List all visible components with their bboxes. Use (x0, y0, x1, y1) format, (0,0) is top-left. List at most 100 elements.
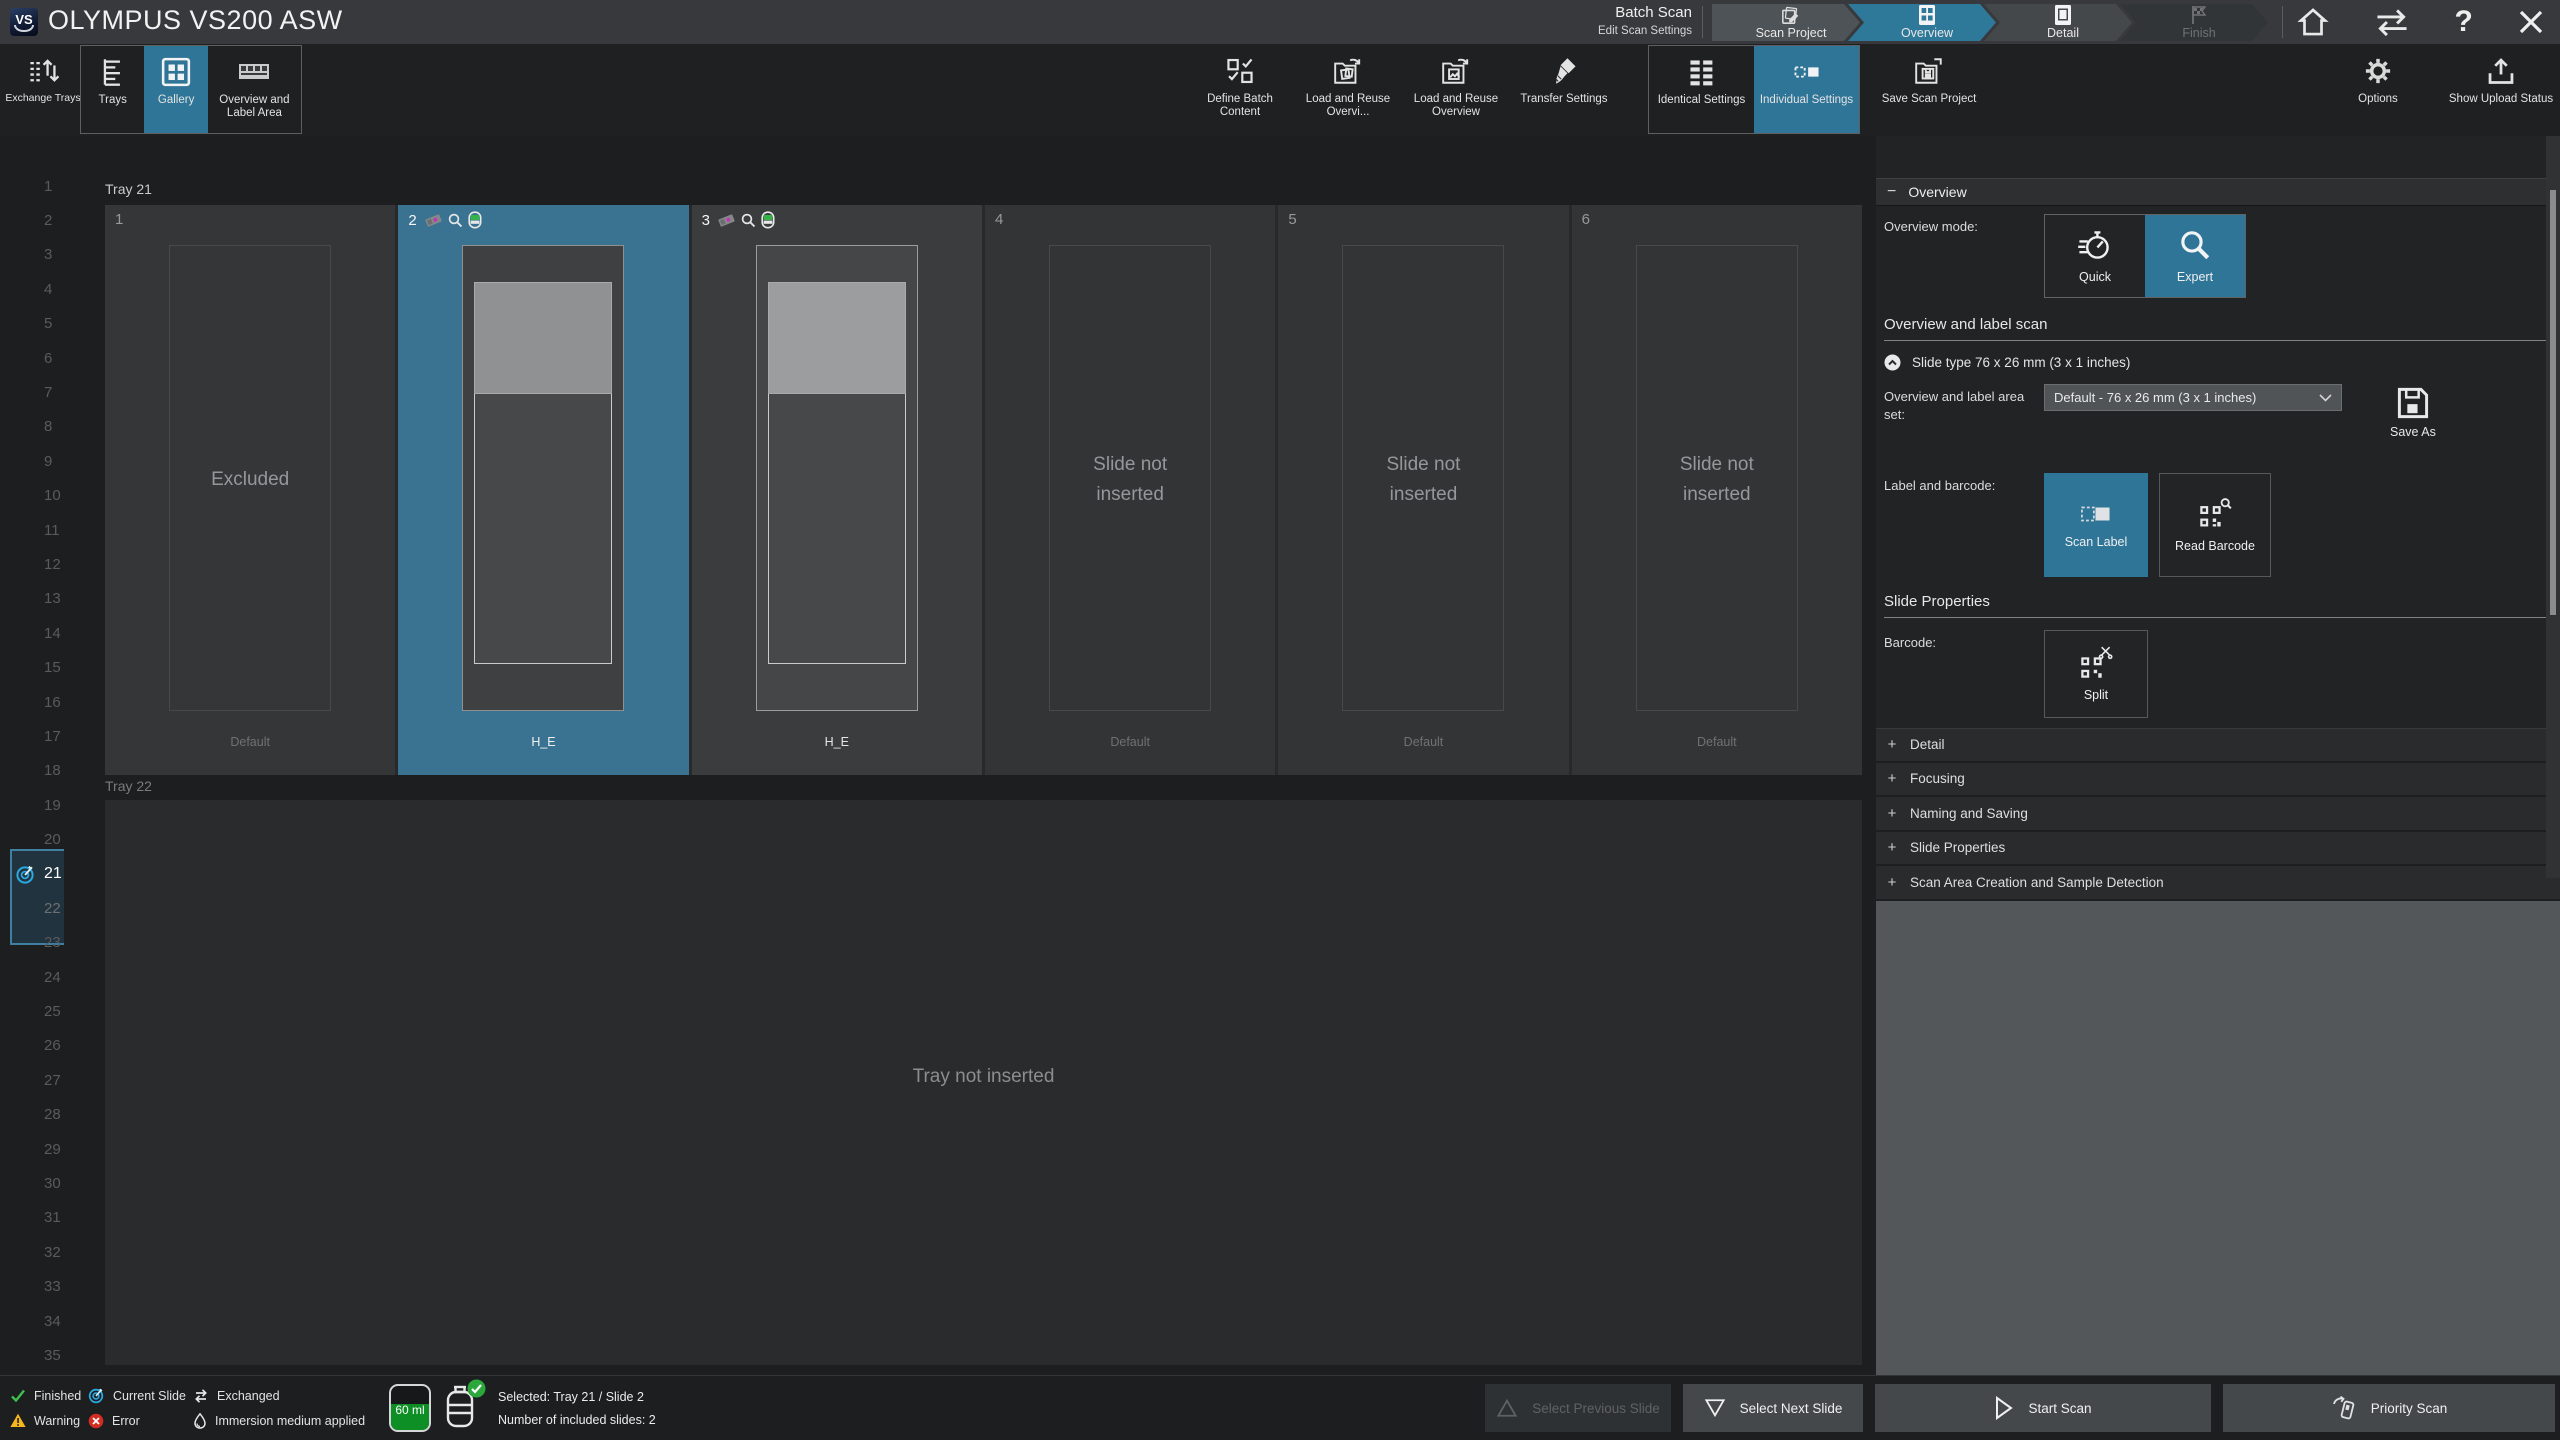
identical-settings-button[interactable]: Identical Settings (1649, 46, 1754, 133)
immersion-volume-gauge: 60 ml (389, 1384, 431, 1432)
slide-label-area[interactable] (474, 282, 612, 394)
quick-mode-button[interactable]: Quick (2045, 215, 2145, 297)
slide-panel-6[interactable]: 6 Slide not inserted Default (1572, 205, 1862, 775)
slide-glass-preview[interactable] (756, 245, 918, 711)
collapsed-section-row[interactable]: + Scan Area Creation and Sample Detectio… (1876, 866, 2560, 901)
tray-row-18[interactable]: 18 (0, 754, 64, 788)
overview-section-header[interactable]: − Overview (1876, 178, 2560, 206)
tray-row-2[interactable]: 2 (0, 203, 64, 237)
tray-row-14[interactable]: 14 (0, 616, 64, 650)
load-reuse-overview-1-button[interactable]: Load and Reuse Overvi... (1298, 45, 1398, 134)
expert-mode-button[interactable]: Expert (2145, 215, 2245, 297)
current-slide-bullseye-icon (88, 1387, 105, 1404)
tray-row-9[interactable]: 9 (0, 444, 64, 478)
finished-check-icon (10, 1388, 26, 1404)
tray-row-31[interactable]: 31 (0, 1201, 64, 1235)
collapsed-section-row[interactable]: + Naming and Saving (1876, 797, 2560, 832)
tray-row-35[interactable]: 35 (0, 1338, 64, 1372)
collapse-circle-icon[interactable] (1884, 354, 1901, 371)
save-scan-project-button[interactable]: Save Scan Project (1874, 45, 1984, 137)
tray-row-5[interactable]: 5 (0, 307, 64, 341)
slide-type-label: Slide type 76 x 26 mm (3 x 1 inches) (1912, 355, 2130, 370)
step-detail[interactable]: Detail (1984, 4, 2132, 41)
right-panel-scrollbar[interactable] (2546, 136, 2560, 878)
trays-view-button[interactable]: Trays (81, 46, 144, 133)
tray-row-26[interactable]: 26 (0, 1029, 64, 1063)
slide-specimen-area[interactable] (768, 394, 906, 664)
area-set-dropdown[interactable]: Default - 76 x 26 mm (3 x 1 inches) (2044, 384, 2342, 411)
collapsed-section-row[interactable]: + Slide Properties (1876, 832, 2560, 867)
step-scan-project[interactable]: Scan Project (1712, 4, 1860, 41)
slide-panel-4[interactable]: 4 Slide not inserted Default (985, 205, 1275, 775)
tray-row-16[interactable]: 16 (0, 685, 64, 719)
home-icon[interactable] (2296, 5, 2330, 39)
selection-info: Selected: Tray 21 / Slide 2 Number of in… (498, 1390, 656, 1427)
tray-row-17[interactable]: 17 (0, 719, 64, 753)
tray-row-27[interactable]: 27 (0, 1063, 64, 1097)
show-upload-status-button[interactable]: Show Upload Status (2448, 45, 2554, 137)
tray-row-24[interactable]: 24 (0, 960, 64, 994)
gallery-view-button[interactable]: Gallery (144, 46, 207, 133)
scrollbar-thumb[interactable] (2550, 190, 2556, 615)
slide-label-area[interactable] (768, 282, 906, 394)
tray-row-30[interactable]: 30 (0, 1166, 64, 1200)
tray-row-34[interactable]: 34 (0, 1304, 64, 1338)
tray-row-12[interactable]: 12 (0, 547, 64, 581)
slide-mini-icon (717, 213, 736, 228)
tray-row-13[interactable]: 13 (0, 582, 64, 616)
tray-row-10[interactable]: 10 (0, 479, 64, 513)
collapsed-section-label: Detail (1910, 737, 1945, 752)
slide-panel-2[interactable]: 2 H_E (398, 205, 688, 775)
tray-row-28[interactable]: 28 (0, 1098, 64, 1132)
individual-settings-button[interactable]: Individual Settings (1754, 46, 1859, 133)
transfer-settings-button[interactable]: Transfer Settings (1514, 45, 1614, 134)
exchange-trays-button[interactable]: Exchange Trays (0, 44, 86, 136)
close-icon[interactable] (2516, 7, 2546, 37)
tray-row-32[interactable]: 32 (0, 1235, 64, 1269)
tray-row-8[interactable]: 8 (0, 410, 64, 444)
tray-row-15[interactable]: 15 (0, 650, 64, 684)
help-icon[interactable]: ? (2454, 5, 2472, 39)
step-overview[interactable]: Overview (1848, 4, 1996, 41)
tray-row-4[interactable]: 4 (0, 272, 64, 306)
switch-exchange-icon[interactable] (2373, 6, 2411, 38)
split-barcode-button[interactable]: Split (2044, 630, 2148, 718)
priority-scan-button[interactable]: Priority Scan (2223, 1384, 2555, 1432)
tray-row-20[interactable]: 20 (0, 822, 64, 856)
slide-glass-preview[interactable] (462, 245, 624, 711)
read-barcode-button[interactable]: Read Barcode (2159, 473, 2271, 577)
tray-row-6[interactable]: 6 (0, 341, 64, 375)
tray22-title: Tray 22 (105, 778, 152, 794)
tray-row-23[interactable]: 23 (0, 926, 64, 960)
tray-row-19[interactable]: 19 (0, 788, 64, 822)
load-reuse-overview-2-button[interactable]: Load and Reuse Overview (1406, 45, 1506, 134)
start-scan-button[interactable]: Start Scan (1875, 1384, 2211, 1432)
tray-row-21[interactable]: 21 (0, 857, 64, 891)
tray-row-22[interactable]: 22 (0, 891, 64, 925)
tray-row-25[interactable]: 25 (0, 994, 64, 1028)
select-previous-slide-button[interactable]: Select Previous Slide (1485, 1384, 1671, 1432)
tray-row-11[interactable]: 11 (0, 513, 64, 547)
tray-row-33[interactable]: 33 (0, 1270, 64, 1304)
slide-panel-1[interactable]: 1 Excluded Default (105, 205, 395, 775)
slide-panel-3[interactable]: 3 H_E (692, 205, 982, 775)
gallery-icon (161, 57, 191, 87)
overview-label-area-button[interactable]: Overview and Label Area (208, 46, 301, 133)
save-as-button[interactable]: Save As (2390, 384, 2436, 439)
slide-specimen-area[interactable] (474, 394, 612, 664)
select-next-slide-button[interactable]: Select Next Slide (1683, 1384, 1863, 1432)
collapsed-section-row[interactable]: + Focusing (1876, 763, 2560, 798)
collapsed-section-row[interactable]: + Detail (1876, 728, 2560, 763)
slide-panel-5[interactable]: 5 Slide not inserted Default (1278, 205, 1568, 775)
tray-row-1[interactable]: 1 (0, 169, 64, 203)
options-label: Options (2358, 93, 2398, 106)
tray-row-29[interactable]: 29 (0, 1132, 64, 1166)
quick-mode-label: Quick (2079, 270, 2111, 284)
options-button[interactable]: Options (2338, 45, 2418, 137)
scan-label-button[interactable]: Scan Label (2044, 473, 2148, 577)
define-batch-content-button[interactable]: Define Batch Content (1190, 45, 1290, 134)
barcode-row: Barcode: Split (1876, 618, 2560, 728)
tray-row-3[interactable]: 3 (0, 238, 64, 272)
slide-type-row[interactable]: Slide type 76 x 26 mm (3 x 1 inches) (1876, 341, 2560, 375)
tray-row-7[interactable]: 7 (0, 375, 64, 409)
